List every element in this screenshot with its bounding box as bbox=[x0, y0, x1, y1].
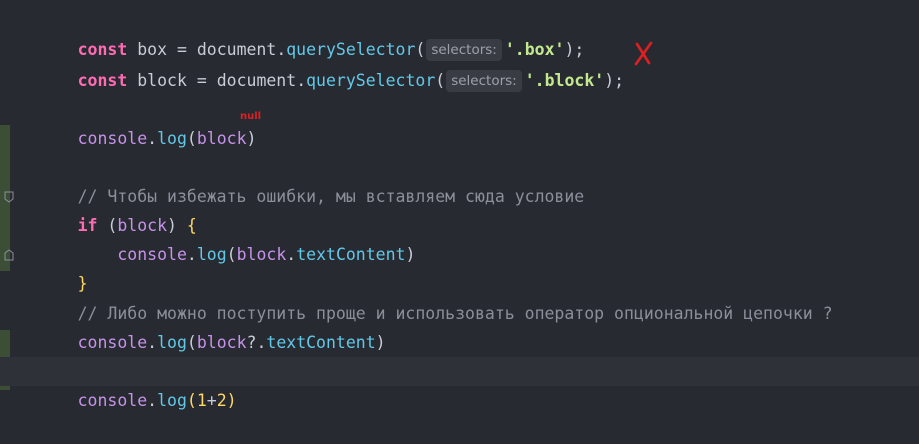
operator: + bbox=[206, 391, 217, 410]
dot: . bbox=[147, 333, 158, 352]
code-line-10[interactable]: // Либо можно поступить проще и использо… bbox=[0, 270, 919, 323]
method: querySelector bbox=[306, 71, 436, 90]
keyword: const bbox=[77, 71, 128, 90]
argument: block bbox=[196, 333, 247, 352]
code-line-9[interactable]: } bbox=[0, 240, 919, 293]
code-line-11[interactable]: console.log(block?.textContent) bbox=[0, 299, 919, 352]
fold-end-icon[interactable] bbox=[4, 249, 14, 261]
paren-close: ) bbox=[246, 129, 257, 148]
parameter-hint: selectors: bbox=[446, 70, 522, 92]
paren-close: ) bbox=[375, 333, 386, 352]
dot: . bbox=[147, 129, 158, 148]
code-editor[interactable]: const box = document.querySelector(selec… bbox=[0, 0, 919, 410]
number-literal: 2 bbox=[216, 391, 227, 410]
code-line-4[interactable]: console.log(block) bbox=[0, 95, 919, 148]
code-line-1[interactable]: const box = document.querySelector(selec… bbox=[0, 6, 919, 61]
paren-open: ( bbox=[186, 391, 197, 410]
code-line-13[interactable]: console.log(1+2) bbox=[0, 357, 919, 410]
string-literal: '.block' bbox=[524, 71, 605, 90]
object: document bbox=[216, 71, 297, 90]
operator: = bbox=[196, 71, 217, 90]
optional-chain: ?. bbox=[246, 333, 267, 352]
dot: . bbox=[296, 71, 307, 90]
code-line-2[interactable]: const block = document.querySelector(sel… bbox=[0, 37, 919, 92]
paren-open: ( bbox=[186, 333, 197, 352]
number-literal: 1 bbox=[196, 391, 207, 410]
argument: block bbox=[196, 129, 247, 148]
code-line-7[interactable]: if (block) { bbox=[0, 182, 919, 235]
code-line-8[interactable]: console.log(block.textContent) bbox=[0, 211, 919, 264]
identifier: block bbox=[127, 71, 197, 90]
code-line-6[interactable]: // Чтобы избежать ошибки, мы вставляем с… bbox=[0, 153, 919, 206]
cross-mark-icon bbox=[634, 41, 653, 66]
object: console bbox=[77, 333, 148, 352]
paren-open: ( bbox=[435, 71, 446, 90]
null-annotation: null bbox=[240, 111, 262, 122]
paren-open: ( bbox=[186, 129, 197, 148]
semicolon: ; bbox=[614, 71, 625, 90]
method: log bbox=[157, 391, 187, 410]
dot: . bbox=[147, 391, 158, 410]
object: console bbox=[77, 129, 148, 148]
method: log bbox=[157, 333, 187, 352]
object: console bbox=[77, 391, 148, 410]
method: log bbox=[157, 129, 187, 148]
property: textContent bbox=[266, 333, 376, 352]
paren-close: ) bbox=[604, 71, 615, 90]
paren-close: ) bbox=[226, 391, 237, 410]
fold-icon[interactable] bbox=[4, 191, 14, 203]
